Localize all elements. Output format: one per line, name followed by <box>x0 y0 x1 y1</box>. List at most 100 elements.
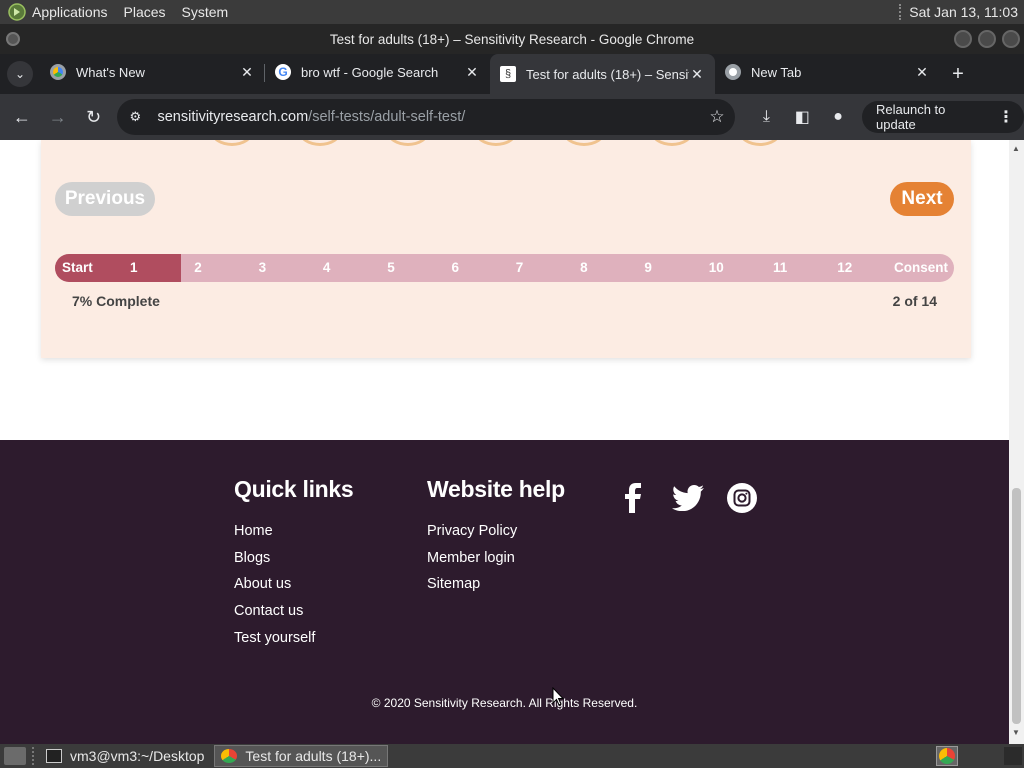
chrome-icon <box>725 64 741 80</box>
footer-link-blogs[interactable]: Blogs <box>234 550 353 577</box>
scroll-down-arrow-icon[interactable]: ▼ <box>1012 728 1020 737</box>
chrome-icon <box>221 749 238 763</box>
window-menu-icon[interactable] <box>6 32 20 46</box>
scrollbar-thumb[interactable] <box>1012 488 1021 724</box>
footer-link-sitemap[interactable]: Sitemap <box>427 576 565 603</box>
tab-label: bro wtf - Google Search <box>301 64 439 80</box>
chevron-down-icon: ⌄ <box>7 61 33 87</box>
tab-sensitivity-test[interactable]: § Test for adults (18+) – Sensitivity Re… <box>490 54 715 94</box>
footer-link-member-login[interactable]: Member login <box>427 550 565 577</box>
footer-link-test-yourself[interactable]: Test yourself <box>234 630 353 657</box>
bookmark-star-icon[interactable]: ☆ <box>709 107 724 127</box>
progress-step-7: 7 <box>515 260 524 275</box>
progress-step-12: 12 <box>837 260 853 275</box>
progress-step-consent: Consent <box>894 260 948 275</box>
reload-button[interactable]: ↻ <box>76 99 112 135</box>
side-panel-icon[interactable]: ◧ <box>784 99 820 135</box>
close-tab-icon[interactable]: ✕ <box>239 64 255 81</box>
progress-bar: Start 1 2 3 4 5 6 7 8 9 10 11 12 Consent <box>55 254 954 282</box>
answer-option[interactable] <box>387 140 429 146</box>
percent-complete: 7% Complete <box>72 293 160 309</box>
tab-new-tab[interactable]: New Tab ✕ <box>715 54 940 90</box>
relaunch-label: Relaunch to update <box>876 102 946 132</box>
answer-option[interactable] <box>299 140 341 146</box>
minimize-button[interactable] <box>954 30 972 48</box>
tray-chrome-icon[interactable] <box>936 746 958 766</box>
close-window-button[interactable] <box>1002 30 1020 48</box>
tab-whats-new[interactable]: What's New ✕ <box>40 54 265 90</box>
profile-icon[interactable]: ● <box>820 99 856 135</box>
workspace-switcher[interactable] <box>1004 747 1022 765</box>
url-host: sensitivityresearch.com <box>157 109 309 125</box>
progress-step-8: 8 <box>580 260 588 275</box>
footer-link-privacy[interactable]: Privacy Policy <box>427 523 565 550</box>
more-menu-icon[interactable]: ⋮ <box>998 107 1014 127</box>
menu-places[interactable]: Places <box>124 4 166 20</box>
page-viewport: Previous Next Start 1 2 3 4 5 6 7 8 9 10 11 12 Consen… <box>0 140 1024 744</box>
menu-system[interactable]: System <box>182 4 229 20</box>
answer-option[interactable] <box>211 140 253 146</box>
website-help-title: Website help <box>427 476 565 502</box>
window-titlebar: Test for adults (18+) – Sensitivity Rese… <box>0 24 1024 54</box>
quick-links-column: Quick links Home Blogs About us Contact … <box>234 476 354 657</box>
social-links <box>618 482 758 514</box>
progress-step-9: 9 <box>644 260 652 275</box>
progress-step-2: 2 <box>194 260 202 275</box>
page-scrollbar[interactable]: ▲ ▼ <box>1009 140 1024 744</box>
window-title: Test for adults (18+) – Sensitivity Rese… <box>329 31 695 47</box>
quick-links-title: Quick links <box>234 476 354 502</box>
close-tab-icon[interactable]: ✕ <box>464 64 480 81</box>
progress-step-11: 11 <box>773 260 788 275</box>
new-tab-button[interactable]: + <box>940 56 976 92</box>
mouse-cursor-icon <box>552 687 564 706</box>
footer-link-about[interactable]: About us <box>234 576 353 603</box>
website-help-column: Website help Privacy Policy Member login… <box>427 476 565 603</box>
progress-step-start: Start <box>62 260 93 275</box>
previous-button[interactable]: Previous <box>55 182 155 216</box>
forward-button[interactable]: → <box>40 99 76 135</box>
distro-logo-icon[interactable] <box>8 3 26 21</box>
tab-label: What's New <box>76 64 145 80</box>
clock[interactable]: Sat Jan 13, 11:03 <box>909 4 1018 20</box>
chrome-icon <box>50 64 66 80</box>
download-icon[interactable]: ⤓ <box>749 99 785 135</box>
tab-strip: ⌄ What's New ✕ G bro wtf - Google Search… <box>0 54 1024 94</box>
os-taskbar: vm3@vm3:~/Desktop Test for adults (18+).… <box>0 744 1024 768</box>
close-tab-icon[interactable]: ✕ <box>914 64 930 81</box>
tab-label: New Tab <box>751 64 802 80</box>
test-card: Previous Next Start 1 2 3 4 5 6 7 8 9 10 11 12 Consen… <box>41 140 971 358</box>
task-terminal[interactable]: vm3@vm3:~/Desktop <box>40 745 210 767</box>
close-tab-icon[interactable]: ✕ <box>689 66 705 83</box>
task-label: Test for adults (18+)... <box>245 748 382 764</box>
tab-google-search[interactable]: G bro wtf - Google Search ✕ <box>265 54 490 90</box>
next-button[interactable]: Next <box>890 182 954 216</box>
facebook-icon[interactable] <box>618 482 650 514</box>
footer-link-contact[interactable]: Contact us <box>234 603 353 630</box>
progress-step-6: 6 <box>451 260 460 275</box>
google-icon: G <box>275 64 291 80</box>
show-desktop-icon[interactable] <box>4 747 26 765</box>
answer-option[interactable] <box>739 140 781 146</box>
tab-search-button[interactable]: ⌄ <box>0 54 40 94</box>
site-info-icon[interactable]: ⚙ <box>129 109 147 125</box>
terminal-icon <box>46 749 62 763</box>
page-count: 2 of 14 <box>892 293 937 309</box>
instagram-icon[interactable] <box>726 482 758 514</box>
twitter-icon[interactable] <box>672 482 704 514</box>
progress-step-10: 10 <box>708 260 724 275</box>
answer-option[interactable] <box>475 140 517 146</box>
relaunch-button[interactable]: Relaunch to update ⋮ <box>862 101 1024 133</box>
answer-option[interactable] <box>563 140 605 146</box>
browser-toolbar: ← → ↻ ⚙ sensitivityresearch.com/self-tes… <box>0 94 1024 140</box>
scroll-up-arrow-icon[interactable]: ▲ <box>1012 144 1020 153</box>
footer-link-home[interactable]: Home <box>234 523 353 550</box>
task-chrome[interactable]: Test for adults (18+)... <box>214 745 389 767</box>
progress-step-5: 5 <box>387 260 395 275</box>
window-controls <box>954 30 1020 48</box>
maximize-button[interactable] <box>978 30 996 48</box>
menu-applications[interactable]: Applications <box>32 4 108 20</box>
site-favicon-icon: § <box>500 66 516 82</box>
address-bar[interactable]: ⚙ sensitivityresearch.com/self-tests/adu… <box>117 99 735 135</box>
back-button[interactable]: ← <box>4 99 40 135</box>
answer-option[interactable] <box>651 140 693 146</box>
